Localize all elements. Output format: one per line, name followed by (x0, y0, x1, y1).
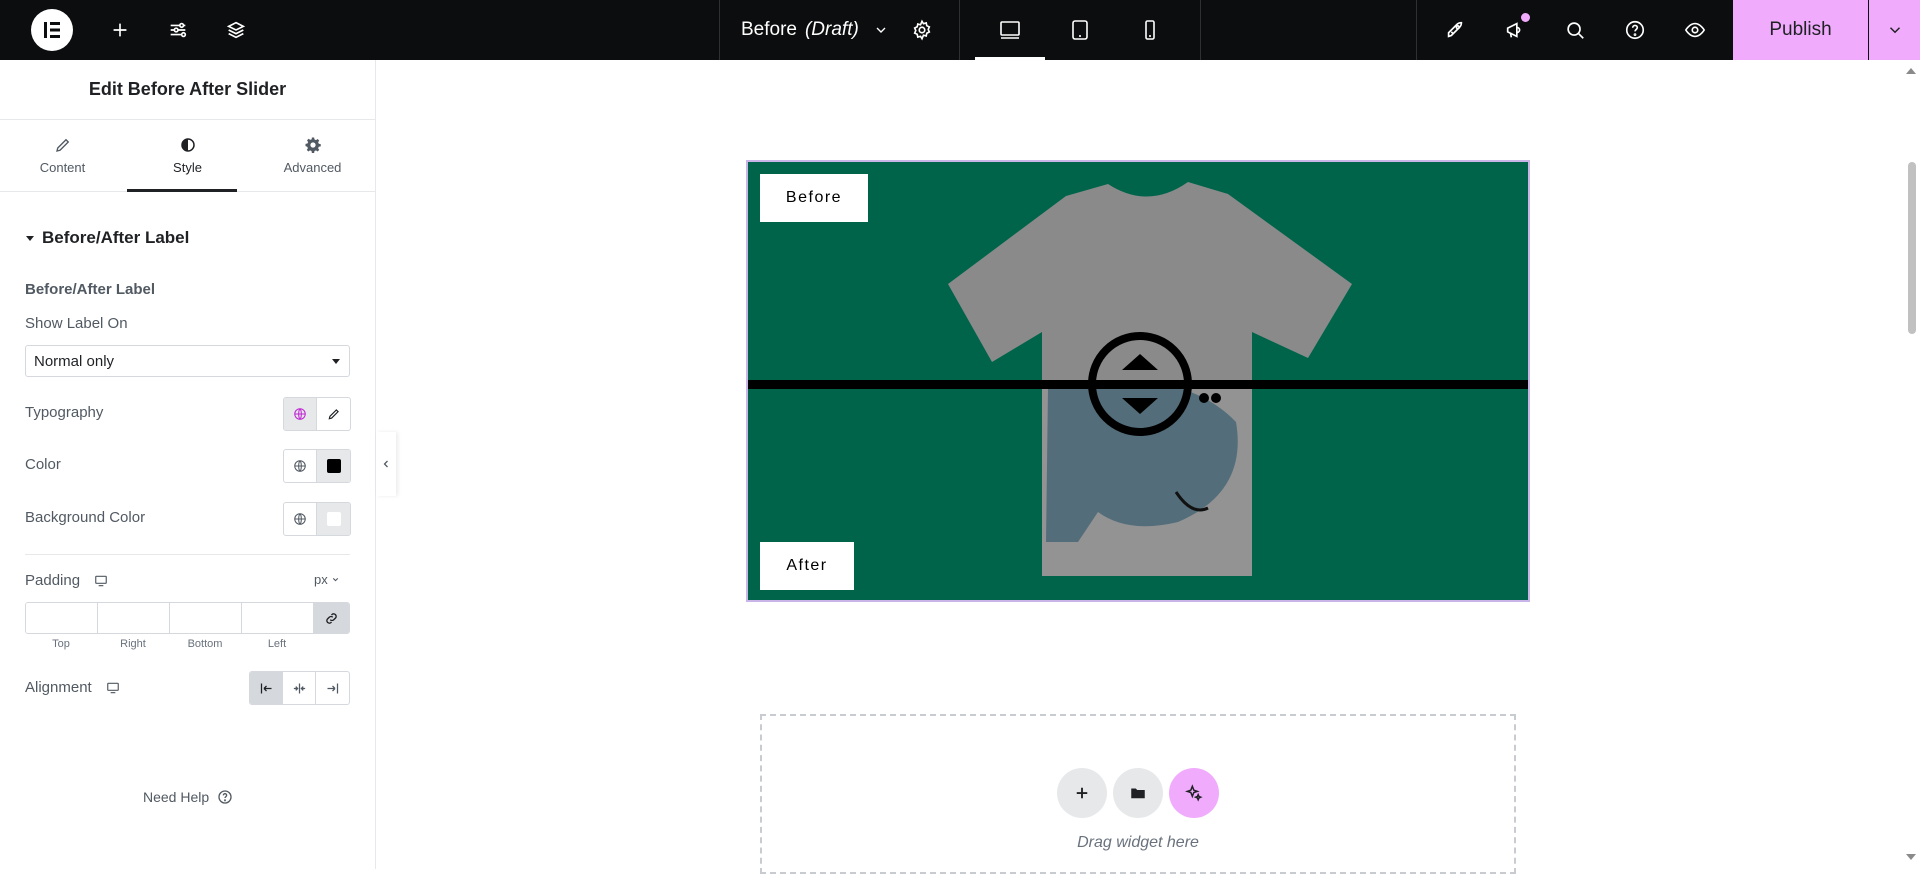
collapse-panel-chevron-left-icon[interactable] (376, 432, 396, 496)
help-question-icon[interactable] (1605, 0, 1665, 60)
background-color-controls (283, 502, 351, 536)
padding-top-input[interactable] (26, 603, 98, 633)
add-template-folder-icon[interactable] (1113, 768, 1163, 818)
ai-sparkle-icon[interactable] (1169, 768, 1219, 818)
padding-unit-select[interactable]: px (314, 572, 340, 587)
tab-label: Content (39, 160, 86, 175)
padding-bottom-label: Bottom (187, 638, 223, 650)
document-status: (Draft) (804, 19, 859, 40)
pencil-icon (55, 138, 69, 152)
show-label-on-label: Show Label On (25, 315, 128, 332)
scroll-up-arrow-icon[interactable] (1902, 64, 1920, 78)
tab-label: Style (173, 160, 202, 175)
global-color-globe-icon[interactable] (284, 450, 317, 482)
preview-eye-icon[interactable] (1665, 0, 1725, 60)
search-icon[interactable] (1545, 0, 1605, 60)
sub-heading: Before/After Label (25, 281, 156, 298)
publish-options-chevron-icon[interactable] (1869, 0, 1920, 60)
align-left-icon[interactable] (250, 672, 283, 704)
tab-label: Advanced (283, 160, 342, 175)
alignment-label: Alignment (25, 679, 120, 696)
global-typography-globe-icon[interactable] (284, 398, 317, 430)
page-settings-gear-icon[interactable] (893, 0, 951, 60)
padding-right-input[interactable] (98, 603, 170, 633)
caret-down-icon (26, 236, 34, 241)
section-toggle-before-after-label[interactable]: Before/After Label (25, 228, 375, 248)
padding-bottom-input[interactable] (170, 603, 242, 633)
color-label: Color (25, 456, 61, 473)
need-help-link[interactable]: Need Help (143, 789, 233, 805)
show-label-on-select[interactable]: Normal only (25, 345, 350, 377)
divider (25, 554, 350, 555)
panel-tabs: Content Style Advanced (0, 120, 375, 192)
help-question-icon (218, 790, 232, 804)
canvas-scrollbar[interactable] (1902, 60, 1920, 869)
announcements-megaphone-icon[interactable] (1485, 0, 1545, 60)
padding-right-label: Right (120, 638, 146, 650)
tablet-view-icon[interactable] (1045, 0, 1115, 60)
desktop-view-icon[interactable] (975, 0, 1045, 60)
typography-controls (283, 397, 351, 431)
chevron-down-icon (876, 27, 886, 33)
padding-label-text: Padding (25, 572, 81, 589)
before-after-slider-widget[interactable]: Before After (746, 160, 1530, 602)
padding-side-labels: Top Right Bottom Left (25, 638, 315, 650)
align-right-icon[interactable] (316, 672, 349, 704)
tab-advanced[interactable]: Advanced (250, 120, 375, 191)
unit-value: px (314, 572, 328, 587)
select-value: Normal only (34, 352, 115, 370)
padding-inputs (25, 602, 350, 634)
caret-down-icon (332, 359, 340, 364)
elementor-logo-icon[interactable] (31, 9, 73, 51)
background-color-swatch[interactable] (317, 503, 350, 535)
drop-zone[interactable]: Drag widget here (760, 714, 1516, 874)
align-center-icon[interactable] (283, 672, 316, 704)
structure-layers-icon[interactable] (207, 0, 265, 60)
scroll-down-arrow-icon[interactable] (1902, 850, 1920, 864)
color-swatch[interactable] (317, 450, 350, 482)
edit-typography-pencil-icon[interactable] (317, 398, 350, 430)
rocket-icon[interactable] (1425, 0, 1485, 60)
desktop-responsive-icon[interactable] (94, 574, 108, 588)
site-settings-icon[interactable] (149, 0, 207, 60)
active-tab-indicator (127, 189, 237, 192)
padding-left-label: Left (267, 638, 287, 650)
top-bar: Before (Draft) Publish (0, 0, 1920, 60)
global-background-color-globe-icon[interactable] (284, 503, 317, 535)
scrollbar-thumb[interactable] (1908, 162, 1916, 334)
add-element-icon[interactable] (91, 0, 149, 60)
add-section-plus-icon[interactable] (1057, 768, 1107, 818)
desktop-responsive-icon[interactable] (106, 681, 120, 695)
need-help-text: Need Help (143, 789, 210, 805)
tab-style[interactable]: Style (125, 120, 250, 191)
before-label: Before (760, 174, 868, 222)
tab-content[interactable]: Content (0, 120, 125, 191)
padding-label: Padding (25, 572, 108, 589)
alignment-label-text: Alignment (25, 679, 92, 696)
mobile-view-icon[interactable] (1115, 0, 1185, 60)
typography-label: Typography (25, 404, 104, 421)
document-title: Before (741, 19, 797, 40)
padding-top-label: Top (52, 638, 70, 650)
panel-title: Edit Before After Slider (0, 60, 375, 120)
color-controls (283, 449, 351, 483)
link-values-icon[interactable] (314, 603, 349, 633)
publish-button[interactable]: Publish (1733, 0, 1868, 60)
gear-icon (305, 137, 321, 153)
chevron-down-icon (332, 577, 338, 582)
padding-left-input[interactable] (242, 603, 314, 633)
alignment-controls (249, 671, 350, 705)
background-color-label: Background Color (25, 509, 146, 526)
document-title-dropdown[interactable]: Before (Draft) (719, 0, 894, 60)
slider-handle[interactable] (1088, 332, 1192, 436)
section-title: Before/After Label (42, 228, 190, 247)
up-down-arrows-icon (1122, 354, 1158, 414)
drag-widget-text: Drag widget here (1077, 834, 1199, 851)
half-circle-icon (180, 138, 195, 152)
after-label: After (760, 542, 854, 590)
